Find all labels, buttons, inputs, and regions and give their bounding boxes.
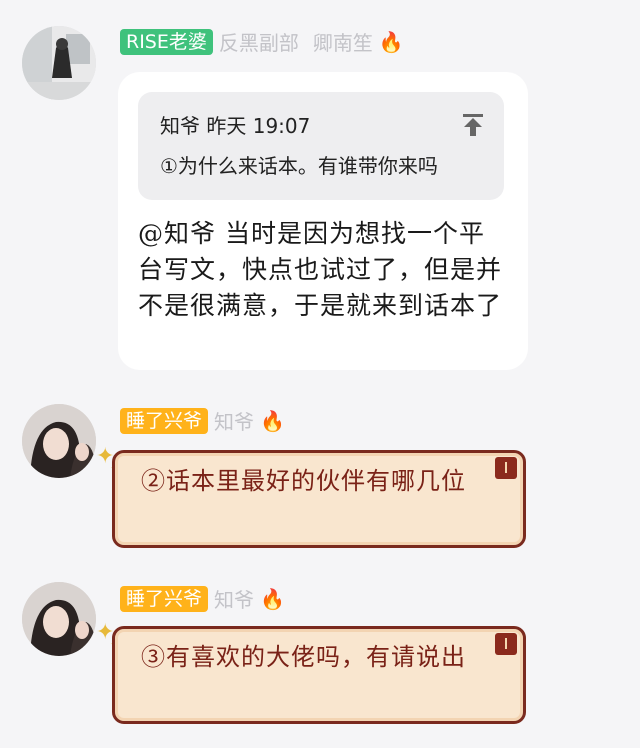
fire-icon: 🔥 bbox=[260, 586, 285, 611]
quote-author-time: 知爷 昨天 19:07 bbox=[160, 114, 311, 138]
message-text: ③有喜欢的大佬吗，有请说出 bbox=[141, 643, 466, 671]
sender-row: 睡了兴爷 知爷 🔥 bbox=[120, 406, 285, 435]
sender-name[interactable]: 卿南笙 bbox=[313, 27, 373, 56]
title-badge: 睡了兴爷 bbox=[120, 585, 209, 612]
quote-text: ①为什么来话本。有谁带你来吗 bbox=[160, 154, 438, 178]
pin-to-top-icon[interactable] bbox=[460, 112, 486, 138]
fire-icon: 🔥 bbox=[378, 29, 404, 54]
message-text: ②话本里最好的伙伴有哪几位 bbox=[141, 467, 466, 495]
title-badge: RISE老婆 bbox=[120, 28, 213, 55]
title-badge: 睡了兴爷 bbox=[120, 407, 209, 434]
sender-name[interactable]: 知爷 bbox=[214, 406, 254, 435]
role-tags: 反黑副部 bbox=[218, 31, 299, 55]
fire-icon: 🔥 bbox=[260, 408, 285, 433]
sender-name[interactable]: 知爷 bbox=[214, 584, 254, 613]
message-bubble[interactable]: ②话本里最好的伙伴有哪几位 bbox=[112, 450, 526, 548]
quoted-message[interactable]: 知爷 昨天 19:07 ①为什么来话本。有谁带你来吗 bbox=[138, 92, 504, 200]
sender-row: 睡了兴爷 知爷 🔥 bbox=[120, 584, 285, 613]
message-bubble[interactable]: ③有喜欢的大佬吗，有请说出 bbox=[112, 626, 526, 724]
message-text: @知爷 当时是因为想找一个平台写文，快点也试过了，但是并不是很满意，于是就来到话… bbox=[138, 219, 503, 320]
avatar[interactable] bbox=[22, 404, 96, 478]
avatar[interactable] bbox=[22, 582, 96, 656]
bookmark-icon bbox=[495, 457, 517, 479]
bookmark-icon bbox=[495, 633, 517, 655]
sender-row: RISE老婆 反黑副部 卿南笙 🔥 bbox=[120, 27, 404, 56]
avatar[interactable] bbox=[22, 26, 96, 100]
